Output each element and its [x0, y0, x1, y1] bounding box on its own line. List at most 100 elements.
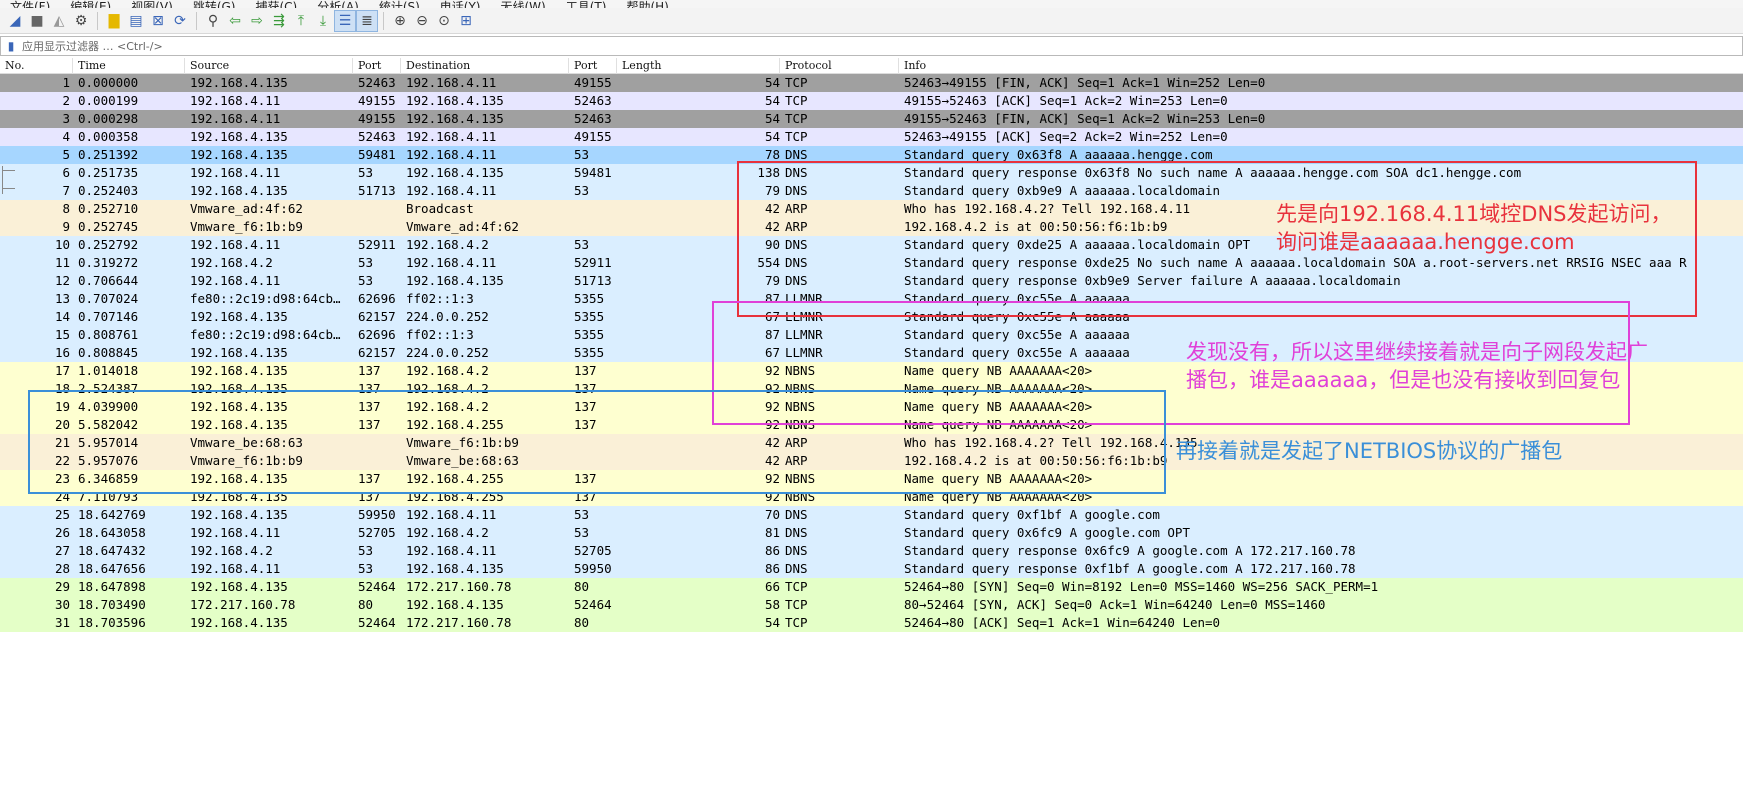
menu-item[interactable]: 无线(W) [491, 1, 556, 8]
column-header-length[interactable]: Length [617, 58, 780, 74]
packet-row[interactable]: 24 7.110793 192.168.4.135 137 192.168.4.255 1… [0, 488, 1743, 506]
packet-destination-port: 137 [574, 399, 597, 414]
packet-length: 554 [757, 255, 780, 270]
menu-item[interactable]: 跳转(G) [183, 1, 246, 8]
packet-row[interactable]: 5 0.251392 192.168.4.135 59481 192.168.4.11 5… [0, 146, 1743, 164]
save-file-icon[interactable]: ▤ [126, 11, 146, 31]
packet-row[interactable]: 26 18.643058 192.168.4.11 52705 192.168.4.2 5… [0, 524, 1743, 542]
menu-item[interactable]: 捕获(C) [245, 1, 307, 8]
column-header-no[interactable]: No. [0, 58, 73, 74]
packet-protocol: DNS [785, 255, 808, 270]
packet-length: 54 [764, 129, 780, 144]
shark-fin-start-icon[interactable]: ◢ [5, 11, 25, 31]
packet-time: 0.808761 [78, 327, 139, 342]
packet-destination-port: 49155 [574, 75, 612, 90]
packet-source-port: 62157 [358, 345, 396, 360]
column-header-source-port[interactable]: Port [353, 58, 401, 74]
packet-row[interactable]: 25 18.642769 192.168.4.135 59950 192.168.4.1… [0, 506, 1743, 524]
packet-source: 192.168.4.135 [190, 471, 288, 486]
menu-item[interactable]: 统计(S) [369, 1, 430, 8]
packet-row[interactable]: 27 18.647432 192.168.4.2 53 192.168.4.11 5270… [0, 542, 1743, 560]
packet-destination: 192.168.4.135 [406, 111, 504, 126]
menu-item[interactable]: 文件(F) [0, 1, 60, 8]
packet-destination-port: 52911 [574, 255, 612, 270]
packet-row[interactable]: 30 18.703490 172.217.160.78 80 192.168.4.135… [0, 596, 1743, 614]
menu-item[interactable]: 编辑(E) [60, 1, 121, 8]
column-header-protocol[interactable]: Protocol [780, 58, 899, 74]
resize-columns-icon[interactable]: ⊞ [456, 11, 476, 31]
column-header-destination[interactable]: Destination [401, 58, 569, 74]
packet-number: 29 [54, 579, 70, 594]
close-file-icon[interactable]: ⊠ [148, 11, 168, 31]
packet-destination-port: 5355 [574, 291, 605, 306]
packet-row[interactable]: 3 0.000298 192.168.4.11 49155 192.168.4.135 5… [0, 110, 1743, 128]
packet-row[interactable]: 1 0.000000 192.168.4.135 52463 192.168.4.11 4… [0, 74, 1743, 92]
column-header-destination-port[interactable]: Port [569, 58, 617, 74]
annotation-line: 再接着就是发起了NETBIOS协议的广播包 [1176, 439, 1563, 463]
packet-row[interactable]: 4 0.000358 192.168.4.135 52463 192.168.4.11 4… [0, 128, 1743, 146]
packet-length: 92 [764, 489, 780, 504]
column-header-time[interactable]: Time [73, 58, 185, 74]
packet-number: 25 [54, 507, 70, 522]
packet-row[interactable]: 2 0.000199 192.168.4.11 49155 192.168.4.135 5… [0, 92, 1743, 110]
packet-row[interactable]: 6 0.251735 192.168.4.11 53 192.168.4.135 5948… [0, 164, 1743, 182]
packet-destination-port: 52705 [574, 543, 612, 558]
find-packet-icon[interactable]: ⚲ [203, 11, 223, 31]
packet-number: 2 [62, 93, 70, 108]
menu-item[interactable]: 视图(V) [121, 1, 183, 8]
packet-info: 49155→52463 [FIN, ACK] Seq=1 Ack=2 Win=2… [904, 111, 1266, 126]
packet-destination-port [574, 218, 634, 236]
packet-protocol: DNS [785, 237, 808, 252]
go-forward-icon[interactable]: ⇨ [247, 11, 267, 31]
packet-row[interactable]: 20 5.582042 192.168.4.135 137 192.168.4.255 1… [0, 416, 1743, 434]
packet-row[interactable]: 12 0.706644 192.168.4.11 53 192.168.4.135 517… [0, 272, 1743, 290]
packet-source: 192.168.4.2 [190, 543, 273, 558]
go-last-icon[interactable]: ⤓ [313, 11, 333, 31]
menu-item[interactable]: 分析(A) [307, 1, 369, 8]
restart-fin-icon[interactable]: ◭ [49, 11, 69, 31]
zoom-in-icon[interactable]: ⊕ [390, 11, 410, 31]
packet-time: 0.252710 [78, 201, 139, 216]
open-folder-icon[interactable]: ▇ [104, 11, 124, 31]
packet-time: 18.703490 [78, 597, 146, 612]
autoscroll-icon[interactable]: ☰ [334, 9, 356, 32]
go-first-icon[interactable]: ⤒ [291, 11, 311, 31]
packet-length: 81 [764, 525, 780, 540]
column-header-source[interactable]: Source [185, 58, 353, 74]
packet-destination: 192.168.4.2 [406, 525, 489, 540]
go-back-icon[interactable]: ⇦ [225, 11, 245, 31]
packet-destination-port: 51713 [574, 273, 612, 288]
packet-row[interactable]: 23 6.346859 192.168.4.135 137 192.168.4.255 1… [0, 470, 1743, 488]
packet-number: 24 [54, 489, 70, 504]
packet-time: 18.647898 [78, 579, 146, 594]
packet-row[interactable]: 19 4.039900 192.168.4.135 137 192.168.4.2 137… [0, 398, 1743, 416]
packet-source-port [358, 218, 403, 236]
packet-row[interactable]: 14 0.707146 192.168.4.135 62157 224.0.0.252 5… [0, 308, 1743, 326]
colorize-icon[interactable]: ≣ [356, 9, 378, 32]
packet-row[interactable]: 31 18.703596 192.168.4.135 52464 172.217.160… [0, 614, 1743, 632]
packet-source: Vmware_f6:1b:b9 [190, 219, 303, 234]
packet-number: 3 [62, 111, 70, 126]
packet-destination: 192.168.4.135 [406, 273, 504, 288]
menu-item[interactable]: 工具(T) [556, 1, 617, 8]
zoom-normal-icon[interactable]: ⊙ [434, 11, 454, 31]
zoom-out-icon[interactable]: ⊖ [412, 11, 432, 31]
packet-row[interactable]: 29 18.647898 192.168.4.135 52464 172.217.160… [0, 578, 1743, 596]
reload-icon[interactable]: ⟳ [170, 11, 190, 31]
packet-row[interactable]: 11 0.319272 192.168.4.2 53 192.168.4.11 52911… [0, 254, 1743, 272]
display-filter-input[interactable] [22, 38, 1742, 54]
menu-item[interactable]: 电话(Y) [430, 1, 491, 8]
packet-source: 192.168.4.135 [190, 129, 288, 144]
packet-row[interactable]: 28 18.647656 192.168.4.11 53 192.168.4.135 59… [0, 560, 1743, 578]
packet-protocol: DNS [785, 525, 808, 540]
menu-item[interactable]: 帮助(H) [616, 1, 678, 8]
bookmark-icon[interactable]: ▮ [4, 39, 18, 53]
column-header-info[interactable]: Info [899, 58, 1743, 74]
packet-row[interactable]: 13 0.707024 fe80::2c19:d98:64cb… 62696 ff02:… [0, 290, 1743, 308]
packet-length: 92 [764, 471, 780, 486]
stop-square-icon[interactable]: ■ [27, 11, 47, 31]
packet-number: 30 [54, 597, 70, 612]
options-gear-icon[interactable]: ⚙ [71, 11, 91, 31]
packet-row[interactable]: 7 0.252403 192.168.4.135 51713 192.168.4.11 5… [0, 182, 1743, 200]
go-to-packet-icon[interactable]: ⇶ [269, 11, 289, 31]
